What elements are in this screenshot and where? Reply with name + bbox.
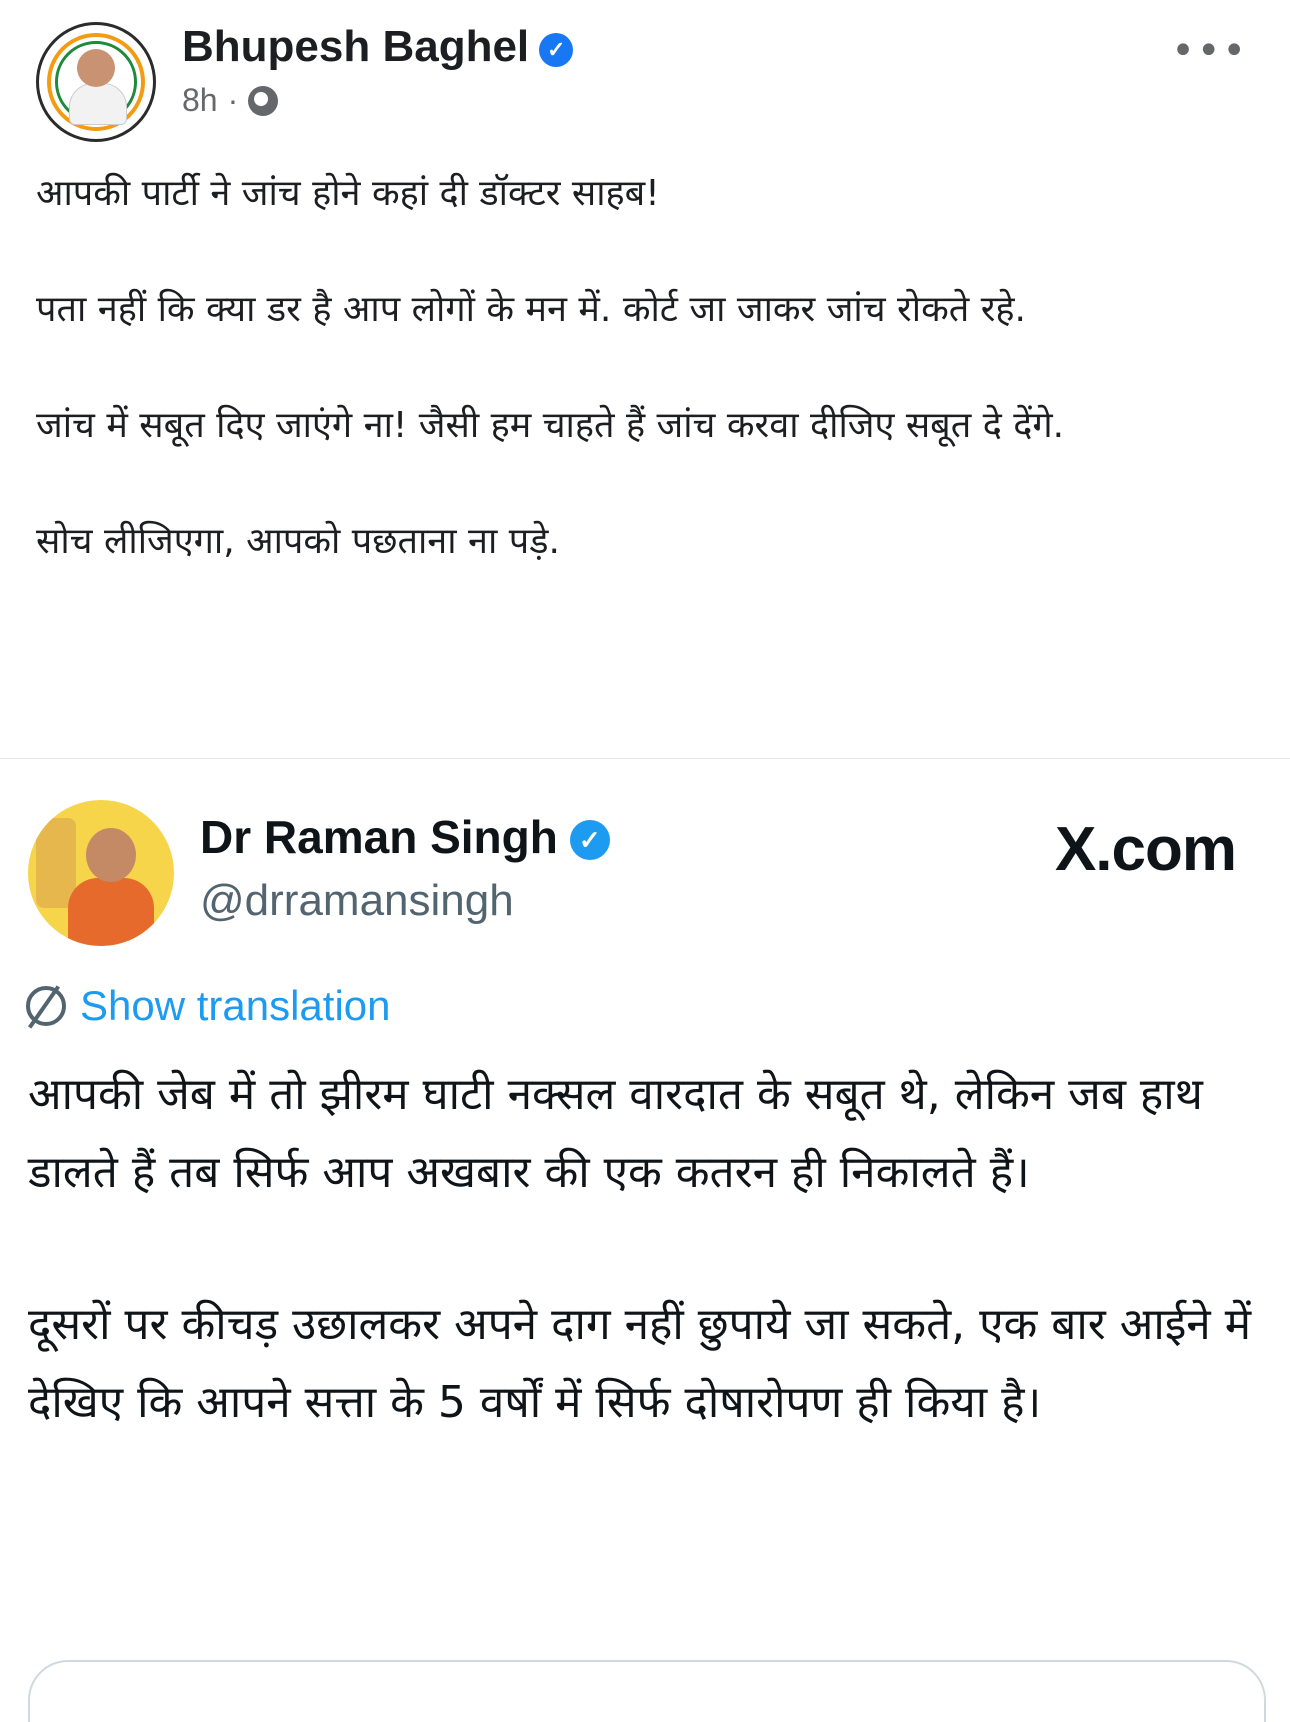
post-header: Bhupesh Baghel ✓ 8h · ••• [0, 0, 1290, 142]
post-text: आपकी पार्टी ने जांच होने कहां दी डॉक्टर … [36, 160, 1236, 624]
x-site-logo: X.com [1054, 815, 1237, 884]
post-meta: 8h · [182, 82, 279, 119]
post-paragraph: सोच लीजिएगा, आपको पछताना ना पड़े. [36, 521, 560, 562]
x-author-name: Dr Raman Singh ✓ [200, 810, 610, 864]
verified-badge-icon: ✓ [569, 820, 610, 860]
post-time[interactable]: 8h [182, 82, 218, 119]
post-paragraph: पता नहीं कि क्या डर है आप लोगों के मन मे… [36, 289, 1026, 330]
author-name[interactable]: Bhupesh Baghel [182, 22, 529, 71]
more-options-icon[interactable]: ••• [1171, 28, 1248, 74]
x-author-name-text: Dr Raman Singh [200, 811, 558, 863]
show-translation-link: Show translation [80, 982, 391, 1029]
verified-badge-icon: ✓ [539, 33, 574, 67]
divider [0, 758, 1290, 759]
author-avatar[interactable] [36, 22, 156, 142]
bottom-card-edge [28, 1660, 1266, 1722]
show-translation-row: Show translation [26, 982, 391, 1030]
globe-icon [248, 85, 279, 116]
x-author-handle: @drramansingh [200, 876, 514, 925]
x-post-paragraph: आपकी जेब में तो झीरम घाटी नक्सल वारदात क… [28, 1069, 1203, 1198]
author-name-link[interactable]: Bhupesh Baghel ✓ [182, 22, 574, 72]
translate-icon [26, 986, 66, 1026]
post-paragraph: आपकी पार्टी ने जांच होने कहां दी डॉक्टर … [36, 173, 660, 214]
x-post-text: आपकी जेब में तो झीरम घाटी नक्सल वारदात क… [28, 1056, 1268, 1516]
post-paragraph: जांच में सबूत दिए जाएंगे ना! जैसी हम चाह… [36, 405, 1065, 446]
x-author-avatar [28, 800, 174, 946]
meta-separator: · [227, 82, 239, 118]
x-post-paragraph: दूसरों पर कीचड़ उछालकर अपने दाग नहीं छुप… [28, 1299, 1252, 1428]
